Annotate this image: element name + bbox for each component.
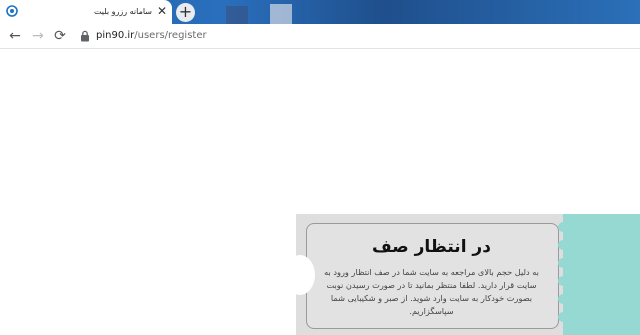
ticket-notch (285, 255, 315, 295)
queue-title: در انتظار صف (372, 237, 491, 257)
ticket-scallop (558, 240, 568, 250)
browser-tab[interactable]: سامانه رزرو بلیت ✕ (0, 0, 172, 24)
tab-strip: سامانه رزرو بلیت ✕ + (0, 0, 640, 24)
back-icon[interactable]: ← (7, 28, 23, 44)
ticket-scallop (558, 276, 568, 286)
tab-title: سامانه رزرو بلیت (93, 7, 152, 16)
ticket-scallop (558, 294, 568, 304)
queue-message: به دلیل حجم بالای مراجعه به سایت شما در … (324, 267, 539, 316)
teal-panel (563, 214, 640, 335)
ticket-scallop (558, 258, 568, 268)
ticket-scallop (558, 312, 568, 322)
ticket-scallop (558, 222, 568, 232)
close-icon[interactable]: ✕ (156, 5, 168, 17)
background-thumbnail (226, 6, 248, 24)
lock-icon[interactable] (80, 30, 90, 42)
browser-toolbar: ← → ⟳ pin90.ir/users/register (0, 24, 640, 49)
site-favicon-icon (6, 5, 18, 17)
new-tab-button[interactable]: + (176, 3, 195, 22)
url-path: /users/register (134, 30, 207, 41)
url-host: pin90.ir (96, 30, 135, 41)
reload-icon[interactable]: ⟳ (52, 28, 68, 44)
background-thumbnail (270, 4, 292, 24)
url-text[interactable]: pin90.ir/users/register (96, 27, 207, 45)
address-bar[interactable]: pin90.ir/users/register (76, 27, 636, 45)
forward-icon[interactable]: → (30, 28, 46, 44)
